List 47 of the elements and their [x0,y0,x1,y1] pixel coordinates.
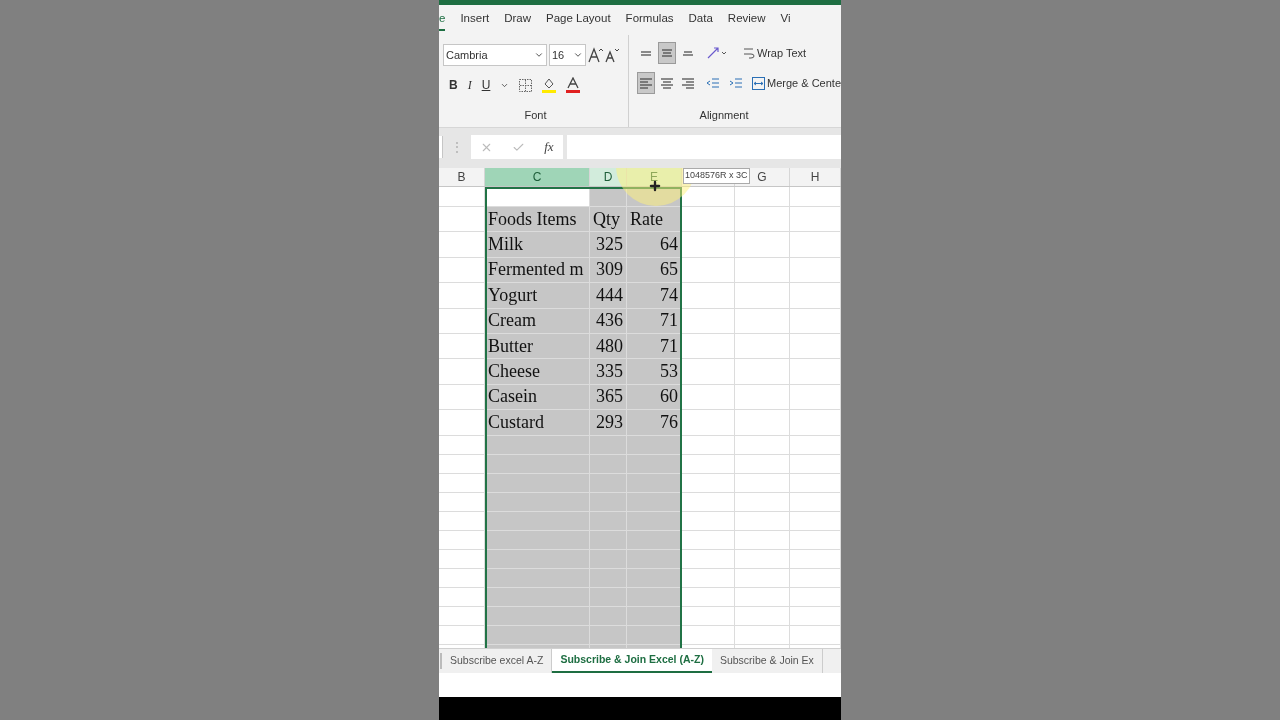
table-cell: 74 [627,283,682,308]
table-cell: Cream [485,308,590,333]
ribbon-tab[interactable]: e [439,9,446,31]
ribbon-tab[interactable]: Insert [460,9,490,31]
font-style-button[interactable]: U [481,76,491,94]
table-cell: Milk [485,232,590,257]
table-cell: Casein [485,384,590,410]
table-cell: Butter [485,333,590,359]
group-label: Alignment [699,107,749,123]
column-header[interactable]: C [485,168,590,186]
table-cell: Yogurt [485,283,590,308]
table-cell: 444 [590,283,627,308]
wrap-text-button[interactable]: Wrap Text [743,44,807,62]
table-cell: 325 [590,232,627,257]
table-cell: Fermented m [485,257,590,283]
font-size-field[interactable]: 16 [549,44,586,66]
ribbon-tab[interactable]: Data [688,9,713,31]
ribbon-tab[interactable]: Draw [504,9,531,31]
column-header[interactable]: H [790,168,841,186]
table-cell: 76 [627,410,682,435]
font-name-field[interactable]: Cambria [443,44,547,66]
column-header[interactable]: D [590,168,627,186]
table-cell: 480 [590,333,627,359]
function-button[interactable]: fx [544,137,554,157]
sheet-tab[interactable]: Subscribe & Join Excel (A-Z) [552,649,712,673]
ribbon-tab[interactable]: Formulas [625,9,674,31]
ribbon-tab[interactable]: Vi [780,9,791,31]
group-label: Font [524,107,547,123]
font-style-button[interactable]: I [467,76,472,94]
table-cell: 53 [627,359,682,384]
table-cell: 293 [590,410,627,435]
merge-center-button[interactable]: Merge & Cente [752,74,841,92]
table-cell: 335 [590,359,627,384]
ribbon-tab[interactable]: Page Layout [546,9,611,31]
font-style-button[interactable]: B [449,76,458,94]
table-cell: 436 [590,308,627,333]
table-cell: Foods Items [485,207,590,232]
table-cell: Custard [485,410,590,435]
table-cell: Rate [627,207,682,232]
table-cell: 365 [590,384,627,410]
table-cell: 309 [590,257,627,283]
separator-icon: ⋮ [447,138,467,156]
ribbon-tab[interactable]: Review [727,9,766,31]
selection-tooltip: 1048576R x 3C [683,168,750,184]
table-cell: Qty [590,207,627,232]
table-cell: 64 [627,232,682,257]
table-cell: Cheese [485,359,590,384]
